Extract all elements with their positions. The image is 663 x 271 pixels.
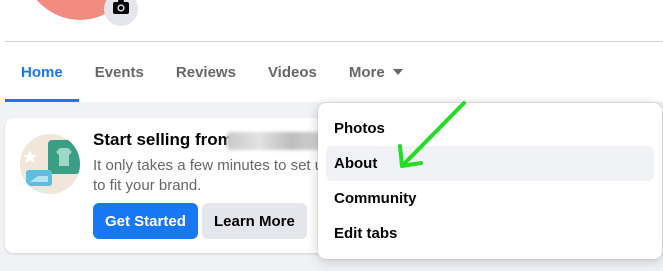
profile-tabs: Home Events Reviews Videos More — [5, 42, 419, 102]
caret-down-icon — [392, 69, 403, 75]
menu-item-about[interactable]: About — [326, 146, 654, 181]
card-description: It only takes a few minutes to set u to … — [93, 156, 324, 196]
card-description-line: It only takes a few minutes to set u — [93, 157, 324, 174]
tab-reviews[interactable]: Reviews — [160, 42, 252, 102]
tab-home[interactable]: Home — [5, 42, 79, 102]
camera-button[interactable] — [104, 0, 138, 26]
menu-item-community[interactable]: Community — [326, 181, 654, 216]
tab-label: Events — [94, 63, 144, 81]
tab-label: Home — [21, 63, 63, 81]
more-menu: Photos About Community Edit tabs — [318, 103, 662, 259]
card-description-line: to fit your brand. — [93, 177, 202, 194]
menu-item-label: Community — [334, 190, 417, 207]
menu-item-label: Edit tabs — [334, 225, 398, 242]
menu-item-label: Photos — [334, 120, 385, 137]
learn-more-button[interactable]: Learn More — [202, 203, 307, 239]
tab-videos[interactable]: Videos — [252, 42, 333, 102]
get-started-button[interactable]: Get Started — [93, 203, 198, 239]
menu-item-photos[interactable]: Photos — [326, 111, 654, 146]
menu-item-label: About — [334, 155, 378, 172]
tab-label: More — [348, 63, 385, 81]
shop-illustration — [20, 134, 80, 194]
tab-label: Reviews — [175, 63, 236, 81]
page-header: Home Events Reviews Videos More — [0, 0, 663, 102]
card-title: Start selling from — [93, 130, 233, 149]
blurred-page-name — [227, 132, 323, 150]
tab-label: Videos — [267, 63, 317, 81]
tab-events[interactable]: Events — [79, 42, 160, 102]
tab-more[interactable]: More — [333, 42, 419, 102]
camera-icon — [112, 0, 130, 20]
menu-item-edit-tabs[interactable]: Edit tabs — [326, 216, 654, 251]
